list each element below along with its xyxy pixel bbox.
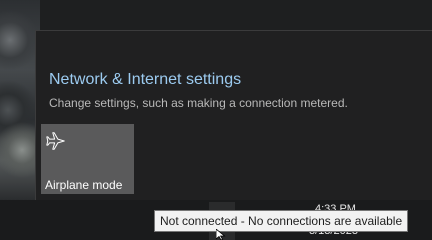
airplane-icon [46,132,65,150]
desktop-wallpaper [0,0,40,200]
network-status-tooltip: Not connected - No connections are avail… [154,210,409,232]
mouse-cursor-icon [216,229,226,240]
network-settings-link[interactable]: Network & Internet settings [49,71,241,89]
network-flyout: Network & Internet settings Change setti… [35,30,432,201]
network-settings-description: Change settings, such as making a connec… [49,96,348,110]
airplane-mode-label: Airplane mode [45,178,123,192]
airplane-mode-tile[interactable]: Airplane mode [41,124,134,194]
